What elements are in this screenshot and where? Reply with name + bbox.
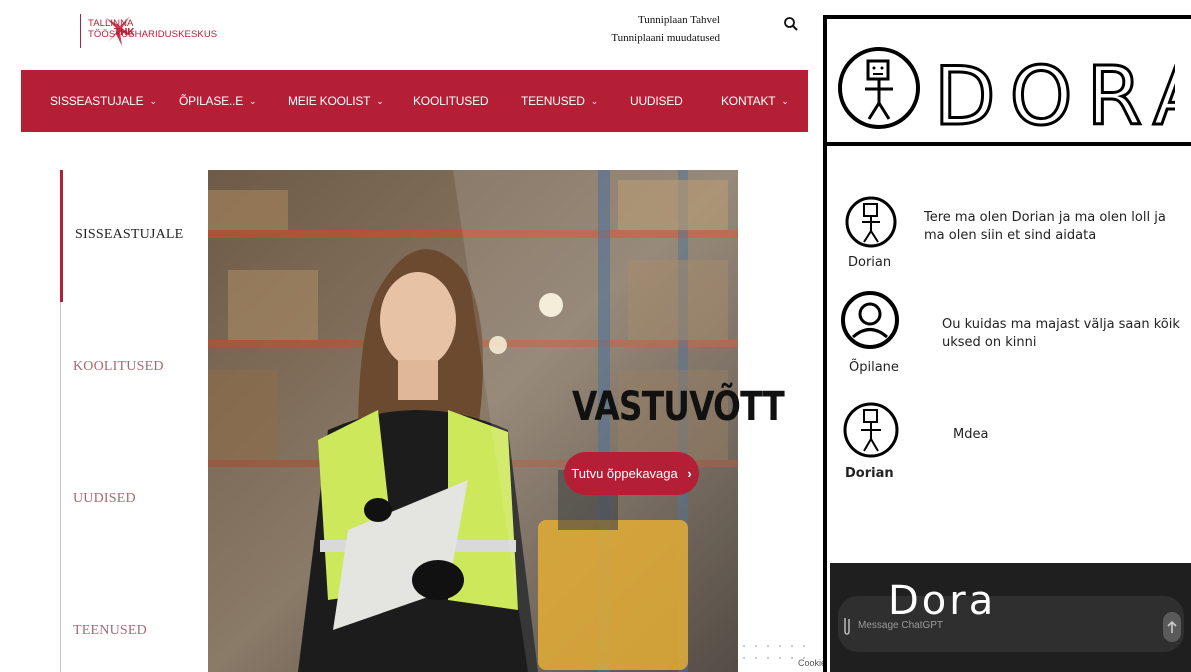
dora-avatar-icon xyxy=(838,47,920,129)
top-links: Tunniplaan Tahvel Tunniplaani muudatused xyxy=(600,11,720,47)
user-icon xyxy=(841,291,899,349)
chevron-down-icon: ⌄ xyxy=(249,96,257,106)
main-nav: SISSEASTUJALE ⌄ ÕPILASE..E ⌄ MEIE KOOLIST ⌄… xyxy=(21,70,808,132)
side-item-teenused[interactable]: TEENUSED xyxy=(73,623,147,639)
chevron-down-icon: ⌄ xyxy=(149,96,157,106)
send-button[interactable] xyxy=(1163,612,1181,642)
nav-item-opilasele[interactable]: ÕPILASE..E ⌄ xyxy=(179,70,257,132)
chevron-down-icon: ⌄ xyxy=(376,96,384,106)
logo-divider xyxy=(80,14,81,48)
chevron-right-icon: › xyxy=(687,466,692,481)
nav-label: KOOLITUSED xyxy=(413,94,489,108)
message-sender: Dorian xyxy=(845,466,894,481)
send-arrow-icon xyxy=(1167,620,1177,633)
nav-item-kontakt[interactable]: KONTAKT ⌄ xyxy=(721,70,789,132)
nav-item-meie-koolist[interactable]: MEIE KOOLIST ⌄ xyxy=(288,70,384,132)
logo-line-1: TALLINNA xyxy=(88,18,134,29)
message-text: Ou kuidas ma majast välja saan kõik ukse… xyxy=(942,317,1180,350)
handwritten-overlay-text: Dora xyxy=(888,578,996,624)
stick-figure-icon xyxy=(845,196,897,248)
nav-item-teenused[interactable]: TEENUSED ⌄ xyxy=(521,70,598,132)
nav-label: MEIE KOOLIST xyxy=(288,94,371,108)
chat-title-text: DORA xyxy=(934,52,1175,134)
chat-title: DORA xyxy=(933,52,1176,134)
hero-title: VASTUVÕTT xyxy=(572,384,785,430)
nav-item-uudised[interactable]: UUDISED xyxy=(630,70,683,132)
nav-item-koolitused[interactable]: KOOLITUSED xyxy=(413,70,489,132)
message-sender: Dorian xyxy=(848,255,892,270)
side-menu-active-indicator xyxy=(60,170,63,302)
nav-label: TEENUSED xyxy=(521,94,585,108)
nav-label: SISSEASTUJALE xyxy=(50,94,144,108)
message-text: Tere ma olen Dorian ja ma olen loll ja m… xyxy=(924,210,1166,243)
tutvu-oppekavaga-button[interactable]: Tutvu õppekavaga › xyxy=(564,452,699,495)
message-sender: Õpilane xyxy=(849,360,899,375)
link-tunniplaan-tahvel[interactable]: Tunniplaan Tahvel xyxy=(600,11,720,29)
nav-label: UUDISED xyxy=(630,94,683,108)
side-item-uudised[interactable]: UUDISED xyxy=(73,491,136,507)
hero-button-label: Tutvu õppekavaga xyxy=(571,466,678,481)
logo-text: TALLINNA TÖÖSTUSHARIDUSKESKUS xyxy=(88,18,217,40)
chevron-down-icon: ⌄ xyxy=(781,96,789,106)
stick-figure-icon xyxy=(843,402,899,458)
link-tunniplaani-muudatused[interactable]: Tunniplaani muudatused xyxy=(600,29,720,47)
nav-label: KONTAKT xyxy=(721,94,776,108)
chat-header-divider xyxy=(825,142,1191,146)
handwritten-overlay: Dora xyxy=(888,578,996,624)
nav-item-sisseastujale[interactable]: SISSEASTUJALE ⌄ xyxy=(50,70,157,132)
search-icon[interactable] xyxy=(782,15,800,33)
side-item-sisseastujale[interactable]: SISSEASTUJALE xyxy=(75,227,183,243)
cookie-link[interactable]: Cookie xyxy=(798,658,826,668)
chevron-down-icon: ⌄ xyxy=(590,96,599,106)
paperclip-icon[interactable] xyxy=(842,614,852,636)
logo-line-2: TÖÖSTUSHARIDUSKESKUS xyxy=(88,29,218,40)
side-item-koolitused[interactable]: KOOLITUSED xyxy=(73,359,164,375)
nav-label: ÕPILASE..E xyxy=(179,94,244,108)
message-text: Mdea xyxy=(953,427,989,442)
